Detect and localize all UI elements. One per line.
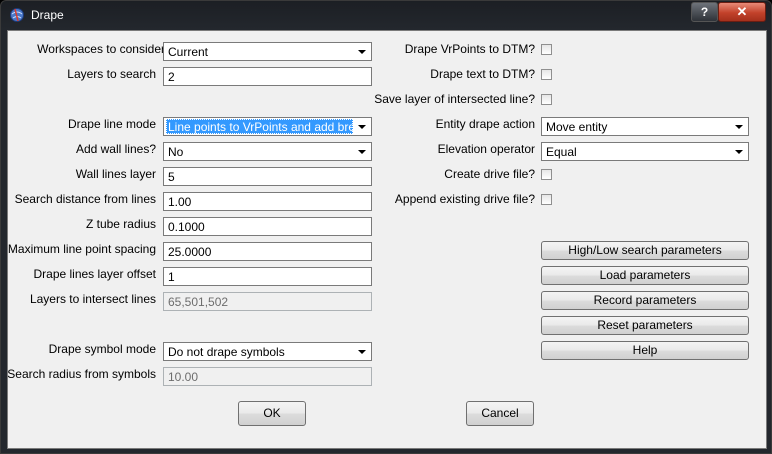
cancel-button[interactable]: Cancel <box>466 401 534 426</box>
app-globe-icon <box>10 8 24 22</box>
drape-lines-layer-offset-input[interactable]: 1 <box>163 267 372 286</box>
close-button[interactable]: ✕ <box>718 2 766 22</box>
max-line-point-spacing-label: Maximum line point spacing <box>7 242 156 256</box>
chevron-down-icon[interactable] <box>731 144 747 159</box>
drape-dialog: Drape ? ✕ Workspaces to consider Current… <box>0 0 772 454</box>
chevron-down-icon[interactable] <box>731 119 747 134</box>
drape-text-checkbox[interactable] <box>541 69 552 80</box>
layers-to-search-label: Layers to search <box>67 67 156 81</box>
drape-vrpoints-label: Drape VrPoints to DTM? <box>404 42 535 56</box>
load-parameters-button[interactable]: Load parameters <box>541 266 749 285</box>
workspaces-select[interactable]: Current <box>163 42 372 61</box>
drape-symbol-mode-select[interactable]: Do not drape symbols <box>163 342 372 361</box>
z-tube-radius-input[interactable]: 0.1000 <box>163 217 372 236</box>
entity-drape-action-select[interactable]: Move entity <box>541 117 749 136</box>
entity-drape-action-label: Entity drape action <box>435 117 535 131</box>
drape-line-mode-select[interactable]: Line points to VrPoints and add breaks <box>163 117 372 136</box>
chevron-down-icon[interactable] <box>354 344 370 359</box>
append-drive-file-label: Append existing drive file? <box>394 192 535 206</box>
title-bar[interactable]: Drape ? ✕ <box>1 1 771 29</box>
elevation-operator-label: Elevation operator <box>437 142 535 156</box>
layers-to-intersect-label: Layers to intersect lines <box>29 292 156 306</box>
search-radius-symbols-input: 10.00 <box>163 367 372 386</box>
drape-symbol-mode-label: Drape symbol mode <box>48 342 156 356</box>
dialog-body: Workspaces to consider Current Layers to… <box>7 30 767 449</box>
save-layer-label: Save layer of intersected line? <box>374 92 535 106</box>
ok-button[interactable]: OK <box>238 401 306 426</box>
layers-to-intersect-input: 65,501,502 <box>163 292 372 311</box>
drape-vrpoints-checkbox[interactable] <box>541 44 552 55</box>
chevron-down-icon[interactable] <box>354 44 370 59</box>
max-line-point-spacing-input[interactable]: 25.0000 <box>163 242 372 261</box>
drape-text-label: Drape text to DTM? <box>430 67 535 81</box>
drape-lines-layer-offset-label: Drape lines layer offset <box>33 267 156 281</box>
add-wall-lines-select[interactable]: No <box>163 142 372 161</box>
window-title: Drape <box>31 8 64 22</box>
high-low-search-parameters-button[interactable]: High/Low search parameters <box>541 241 749 260</box>
z-tube-radius-label: Z tube radius <box>85 217 156 231</box>
layers-to-search-input[interactable]: 2 <box>163 67 372 86</box>
search-radius-symbols-label: Search radius from symbols <box>7 367 156 381</box>
add-wall-lines-label: Add wall lines? <box>75 142 156 156</box>
search-distance-label: Search distance from lines <box>14 192 156 206</box>
search-distance-input[interactable]: 1.00 <box>163 192 372 211</box>
wall-lines-layer-label: Wall lines layer <box>75 167 156 181</box>
append-drive-file-checkbox[interactable] <box>541 194 552 205</box>
create-drive-file-checkbox[interactable] <box>541 169 552 180</box>
wall-lines-layer-input[interactable]: 5 <box>163 167 372 186</box>
elevation-operator-select[interactable]: Equal <box>541 142 749 161</box>
help-button[interactable]: Help <box>541 341 749 360</box>
title-help-button[interactable]: ? <box>691 2 718 22</box>
drape-line-mode-label: Drape line mode <box>67 117 156 131</box>
chevron-down-icon[interactable] <box>354 144 370 159</box>
reset-parameters-button[interactable]: Reset parameters <box>541 316 749 335</box>
create-drive-file-label: Create drive file? <box>444 167 535 181</box>
save-layer-checkbox[interactable] <box>541 94 552 105</box>
chevron-down-icon[interactable] <box>354 119 370 134</box>
workspaces-label: Workspaces to consider <box>37 42 165 56</box>
record-parameters-button[interactable]: Record parameters <box>541 291 749 310</box>
